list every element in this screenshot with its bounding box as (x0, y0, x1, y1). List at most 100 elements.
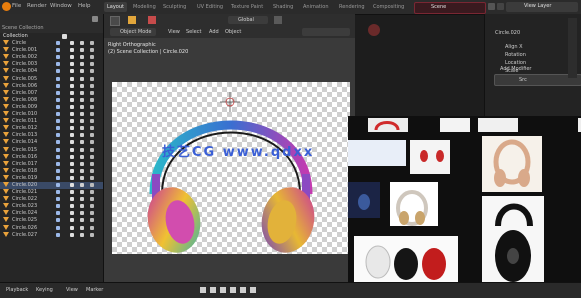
camera-icon[interactable] (90, 112, 94, 117)
outliner-item[interactable]: Circle.020 (0, 181, 103, 190)
eye-icon[interactable] (80, 62, 84, 67)
add-modifier-button[interactable]: Add Modifier (500, 66, 532, 73)
camera-icon[interactable] (90, 232, 94, 237)
visibility-icon[interactable] (70, 232, 74, 237)
visibility-icon[interactable] (70, 197, 74, 202)
menu-playback[interactable]: Playback (6, 287, 28, 293)
visibility-icon[interactable] (70, 62, 74, 67)
jump-start-icon[interactable] (200, 287, 206, 293)
tab-modeling[interactable]: Modeling (130, 2, 159, 12)
select-tool-icon[interactable] (110, 16, 120, 26)
prop-item-2[interactable]: Rotation (505, 52, 526, 59)
camera-icon[interactable] (90, 41, 94, 46)
jump-end-icon[interactable] (250, 287, 256, 293)
visibility-icon[interactable] (70, 190, 74, 195)
eye-icon[interactable] (80, 175, 84, 180)
outliner-item[interactable]: Circle.025 (0, 217, 103, 224)
outliner-filter-icon[interactable] (92, 16, 98, 22)
modifier-icon[interactable] (56, 161, 60, 166)
tab-layout[interactable]: Layout (104, 2, 127, 12)
menu-marker[interactable]: Marker (86, 287, 103, 293)
modifier-icon[interactable] (56, 97, 60, 102)
eye-icon[interactable] (80, 97, 84, 102)
modifier-icon[interactable] (56, 147, 60, 152)
camera-icon[interactable] (90, 211, 94, 216)
camera-icon[interactable] (90, 182, 94, 187)
camera-icon[interactable] (90, 119, 94, 124)
outliner-item[interactable]: Circle.009 (0, 103, 103, 111)
snap-icon[interactable] (274, 16, 282, 24)
outliner-item[interactable]: Circle.019 (0, 174, 103, 182)
object-mode-dropdown[interactable]: Object Mode (110, 28, 156, 36)
camera-icon[interactable] (90, 225, 94, 230)
properties-tab-icons[interactable] (568, 18, 577, 78)
menu-view-timeline[interactable]: View (66, 287, 78, 293)
menu-view[interactable]: View (168, 29, 180, 35)
modifier-icon[interactable] (56, 154, 60, 159)
menu-select[interactable]: Select (186, 29, 201, 35)
eye-icon[interactable] (80, 83, 84, 88)
visibility-icon[interactable] (70, 112, 74, 117)
visibility-icon[interactable] (70, 161, 74, 166)
eye-icon[interactable] (80, 126, 84, 131)
camera-icon[interactable] (90, 83, 94, 88)
outliner-item[interactable]: Circle.016 (0, 153, 103, 161)
outliner-item[interactable]: Circle (0, 40, 103, 47)
viewport-shading-icons[interactable] (302, 28, 350, 36)
outliner-item[interactable]: Circle.013 (0, 132, 103, 139)
gizmo-axis-icon[interactable] (368, 24, 380, 36)
eye-icon[interactable] (80, 112, 84, 117)
camera-icon[interactable] (90, 133, 94, 138)
modifier-icon[interactable] (56, 69, 60, 74)
menu-object[interactable]: Object (225, 29, 241, 35)
modifier-icon[interactable] (56, 204, 60, 209)
eye-icon[interactable] (80, 41, 84, 46)
eye-icon[interactable] (80, 76, 84, 81)
eye-icon[interactable] (80, 168, 84, 173)
scene-collection-row[interactable]: Scene Collection (0, 24, 103, 33)
outliner-item[interactable]: Circle.018 (0, 167, 103, 175)
visibility-icon[interactable] (70, 83, 74, 88)
eye-icon[interactable] (80, 48, 84, 53)
scene-selector[interactable]: Scene (414, 2, 486, 14)
modifier-icon[interactable] (56, 126, 60, 131)
tab-rendering[interactable]: Rendering (336, 2, 368, 12)
outliner-item[interactable]: Circle.027 (0, 231, 103, 239)
eye-icon[interactable] (80, 211, 84, 216)
tab-animation[interactable]: Animation (300, 2, 332, 12)
camera-icon[interactable] (90, 97, 94, 102)
outliner-item[interactable]: Circle.008 (0, 96, 103, 104)
scene-add-icon[interactable] (488, 3, 495, 10)
modifier-icon[interactable] (56, 225, 60, 230)
menu-window[interactable]: Window (50, 3, 72, 9)
outliner-item[interactable]: Circle.012 (0, 125, 103, 132)
image-search-overlay[interactable] (348, 116, 581, 288)
outliner-item[interactable]: Circle.022 (0, 196, 103, 203)
modifier-icon[interactable] (56, 62, 60, 67)
camera-icon[interactable] (90, 175, 94, 180)
camera-icon[interactable] (90, 147, 94, 152)
outliner-item[interactable]: Circle.024 (0, 210, 103, 217)
visibility-icon[interactable] (70, 147, 74, 152)
eye-icon[interactable] (80, 232, 84, 237)
outliner-item[interactable]: Circle.014 (0, 139, 103, 146)
blender-logo-icon[interactable] (2, 2, 11, 11)
visibility-icon[interactable] (70, 182, 74, 187)
visibility-icon[interactable] (70, 55, 74, 60)
tab-texture-paint[interactable]: Texture Paint (228, 2, 266, 12)
visibility-icon[interactable] (70, 97, 74, 102)
modifier-icon[interactable] (56, 104, 60, 109)
outliner-item[interactable]: Circle.001 (0, 47, 103, 54)
eye-icon[interactable] (80, 197, 84, 202)
visibility-icon[interactable] (70, 225, 74, 230)
prop-item-1[interactable]: Align X (505, 44, 523, 51)
modifier-icon[interactable] (56, 211, 60, 216)
camera-icon[interactable] (90, 55, 94, 60)
visibility-icon[interactable] (70, 218, 74, 223)
visibility-icon[interactable] (70, 154, 74, 159)
camera-icon[interactable] (90, 168, 94, 173)
modifier-icon[interactable] (56, 83, 60, 88)
camera-icon[interactable] (90, 126, 94, 131)
menu-add[interactable]: Add (209, 29, 219, 35)
modifier-icon[interactable] (56, 41, 60, 46)
